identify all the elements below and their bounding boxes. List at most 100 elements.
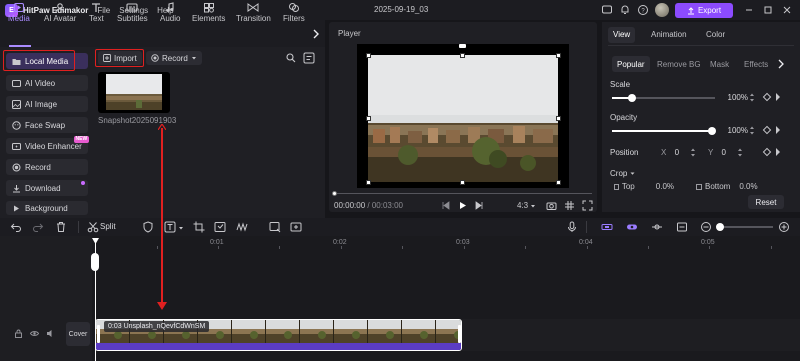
search-icon[interactable] <box>285 52 297 64</box>
reset-button[interactable]: Reset <box>748 195 784 209</box>
tab-media[interactable]: Media <box>8 2 30 26</box>
visibility-icon[interactable] <box>30 329 39 338</box>
opacity-next-keyframe-icon[interactable] <box>774 125 782 135</box>
tab-transition[interactable]: Transition <box>236 2 271 26</box>
crop-icon[interactable] <box>193 221 205 233</box>
tab-ai-avatar[interactable]: AI Avatar <box>44 2 76 26</box>
subtab-next-icon[interactable] <box>777 59 785 69</box>
screenshot-icon[interactable] <box>290 221 302 233</box>
undo-icon[interactable] <box>10 221 22 233</box>
toolbar-next-icon[interactable] <box>312 28 320 40</box>
playhead-handle[interactable] <box>91 253 99 271</box>
sidebar-item-download[interactable]: Download <box>6 180 88 196</box>
prev-frame-icon[interactable] <box>441 201 450 210</box>
scale-value[interactable]: 100% <box>720 91 748 104</box>
tab-view[interactable]: View <box>613 30 630 39</box>
magnet-icon[interactable] <box>601 221 613 233</box>
opacity-slider-knob[interactable] <box>708 127 716 135</box>
sidebar-item-ai-image[interactable]: AI Image <box>6 96 88 112</box>
play-icon[interactable] <box>458 201 467 210</box>
position-x-stepper[interactable] <box>690 146 696 159</box>
sidebar-item-ai-video[interactable]: AI Video <box>6 75 88 91</box>
cover-button[interactable]: Cover <box>66 322 90 346</box>
redo-icon[interactable] <box>32 221 44 233</box>
position-y-stepper[interactable] <box>737 146 743 159</box>
opacity-value[interactable]: 100% <box>720 124 748 137</box>
split-icon[interactable] <box>87 221 99 233</box>
link-icon[interactable] <box>626 221 638 233</box>
cloud-icon[interactable] <box>601 4 613 16</box>
tab-animation[interactable]: Animation <box>651 30 687 39</box>
minimize-icon[interactable] <box>743 4 755 16</box>
tab-filters[interactable]: Filters <box>283 2 305 26</box>
notification-icon[interactable] <box>619 4 631 16</box>
opacity-stepper[interactable] <box>749 124 755 137</box>
shield-icon[interactable] <box>142 221 154 233</box>
tab-audio[interactable]: Audio <box>160 2 180 26</box>
audio-detach-icon[interactable] <box>236 221 248 233</box>
zoom-in-icon[interactable] <box>778 221 790 233</box>
scale-next-keyframe-icon[interactable] <box>774 92 782 102</box>
maximize-icon[interactable] <box>762 4 774 16</box>
text-tool-icon[interactable] <box>164 221 176 233</box>
resize-handle[interactable] <box>460 53 465 58</box>
resize-handle[interactable] <box>366 53 371 58</box>
freeze-frame-icon[interactable] <box>214 221 226 233</box>
user-avatar[interactable] <box>655 3 669 17</box>
help-icon[interactable]: ? <box>637 4 649 16</box>
tab-elements[interactable]: Elements <box>192 2 225 26</box>
scale-slider-knob[interactable] <box>628 94 636 102</box>
close-icon[interactable] <box>781 4 793 16</box>
resize-handle[interactable] <box>556 53 561 58</box>
tab-text[interactable]: Text <box>89 2 104 26</box>
snapshot-icon[interactable] <box>546 200 557 211</box>
record-dropdown[interactable]: Record <box>146 51 202 65</box>
subtab-mask[interactable]: Mask <box>710 60 729 69</box>
media-thumbnail[interactable] <box>98 72 170 113</box>
subtab-remove-bg[interactable]: Remove BG <box>657 60 701 69</box>
sort-icon[interactable] <box>303 52 315 64</box>
crop-top-checkbox[interactable] <box>614 183 619 190</box>
sidebar-item-face-swap[interactable]: Face Swap <box>6 117 88 133</box>
clip-trim-handle-left[interactable] <box>97 325 100 343</box>
clip-trim-handle-right[interactable] <box>458 325 461 343</box>
grid-icon[interactable] <box>564 200 575 211</box>
playhead-top-icon[interactable] <box>92 238 99 244</box>
ripple-icon[interactable] <box>651 221 663 233</box>
aspect-ratio-dropdown[interactable]: 4:3 <box>517 201 536 210</box>
lock-icon[interactable] <box>14 329 23 338</box>
resize-handle[interactable] <box>366 180 371 185</box>
chevron-down-icon[interactable] <box>178 225 184 231</box>
export-button[interactable]: Export <box>675 3 733 18</box>
fullscreen-icon[interactable] <box>582 200 593 211</box>
fit-timeline-icon[interactable] <box>676 221 688 233</box>
crop-bottom-field[interactable]: Bottom 0.0% <box>696 181 768 192</box>
zoom-slider-track[interactable] <box>718 226 773 228</box>
zoom-slider-knob[interactable] <box>716 223 724 231</box>
subtab-popular[interactable]: Popular <box>617 60 645 69</box>
resize-handle[interactable] <box>460 180 465 185</box>
split-button[interactable]: Split <box>100 222 116 231</box>
crop-section-toggle[interactable]: Crop <box>610 169 635 178</box>
resize-handle[interactable] <box>556 180 561 185</box>
zoom-out-icon[interactable] <box>700 221 712 233</box>
crop-bottom-checkbox[interactable] <box>696 183 702 190</box>
sidebar-item-record[interactable]: Record <box>6 159 88 175</box>
sidebar-item-background[interactable]: Background <box>6 201 88 215</box>
tab-subtitles[interactable]: Subtitles <box>117 2 148 26</box>
crop-top-field[interactable]: Top 0.0% <box>614 181 674 192</box>
subtab-effects[interactable]: Effects <box>744 60 768 69</box>
position-next-keyframe-icon[interactable] <box>774 147 782 157</box>
video-preview[interactable] <box>368 55 558 182</box>
tab-color[interactable]: Color <box>706 30 725 39</box>
playback-progress-track[interactable] <box>334 193 592 194</box>
rotate-handle[interactable] <box>459 44 466 48</box>
ai-edit-icon[interactable] <box>269 221 281 233</box>
scale-stepper[interactable] <box>749 91 755 104</box>
resize-handle[interactable] <box>366 116 371 121</box>
mute-icon[interactable] <box>46 329 55 338</box>
playback-progress-knob[interactable] <box>332 191 337 196</box>
delete-icon[interactable] <box>55 221 67 233</box>
resize-handle[interactable] <box>556 116 561 121</box>
next-frame-icon[interactable] <box>475 201 484 210</box>
